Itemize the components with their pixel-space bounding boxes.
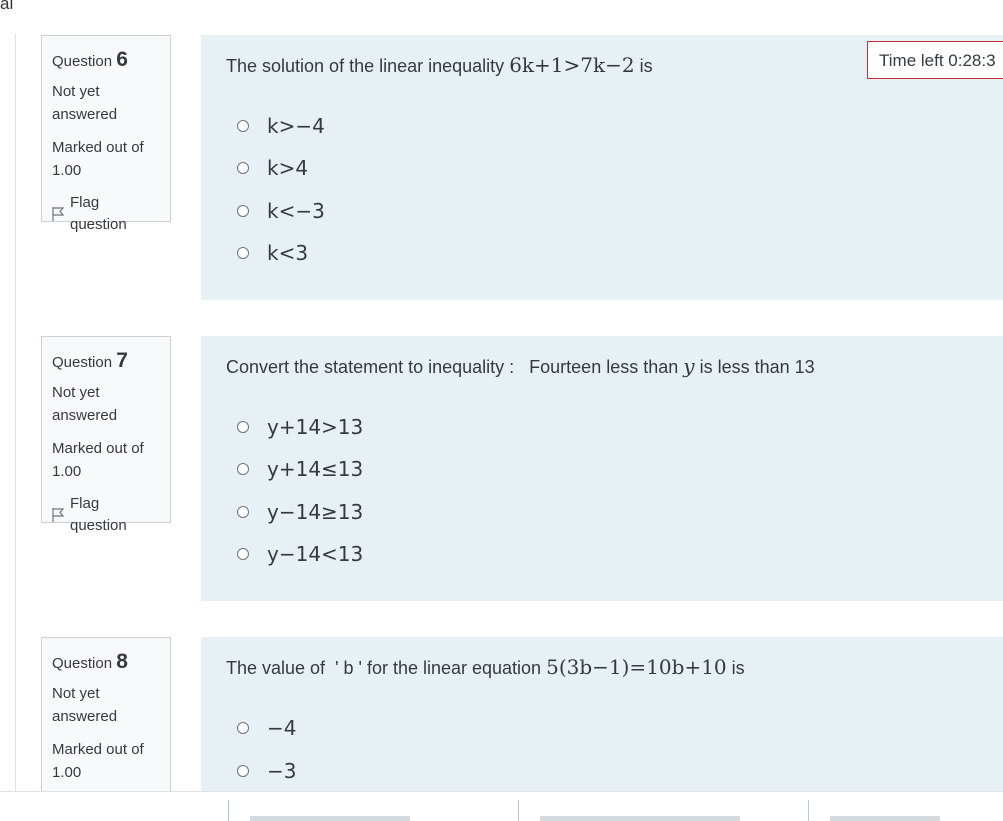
option-label: k>4 [267,156,309,180]
radio-button[interactable] [237,247,249,259]
footer-separator [808,800,809,821]
question-state: Not yet answered [52,685,118,725]
question-content-7: Convert the statement to inequality : Fo… [201,336,1003,601]
option-label: y−14≥13 [267,500,364,524]
question-text-before: Convert the statement to inequality : Fo… [226,357,679,377]
question-number: Question 6 [52,48,128,71]
radio-button[interactable] [237,120,249,132]
option-label: y+14≤13 [267,457,364,481]
option-label: −4 [267,716,297,740]
footer-separator [228,800,229,821]
question-text: The value of ' b ' for the linear equati… [226,655,745,679]
question-text-before: The value of ' b ' for the linear equati… [226,658,542,678]
question-grade: Marked out of 1.00 [52,440,144,480]
question-math: 5(3b−1)=10b+10 [546,655,727,679]
radio-button[interactable] [237,205,249,217]
option-label: k>−4 [267,114,325,138]
question-grade: Marked out of 1.00 [52,741,144,781]
footer-item[interactable] [250,816,410,821]
radio-button[interactable] [237,506,249,518]
option-label: k<3 [267,241,309,265]
question-math: 6k+1>7k−2 [509,53,635,77]
question-text-before: The solution of the linear inequality [226,56,505,76]
time-left-timer: Time left 0:28:3 [867,41,1003,79]
question-text-after: is [731,658,745,678]
radio-button[interactable] [237,162,249,174]
option-label: y−14<13 [267,542,364,566]
answer-option[interactable]: k<3 [237,241,308,265]
flag-question-label: Flag question [70,495,127,534]
question-info-6: Question 6 Not yet answered Marked out o… [41,35,171,233]
bottom-bar [0,791,1003,821]
answer-option[interactable]: y+14≤13 [237,457,363,481]
option-label: y+14>13 [267,415,364,439]
answer-option[interactable]: k>−4 [237,114,325,138]
question-state: Not yet answered [52,384,118,424]
flag-question-button[interactable]: Flag question [52,493,160,537]
answer-option[interactable]: k<−3 [237,199,325,223]
flag-icon [52,207,64,221]
left-border-line [15,34,16,794]
option-label: k<−3 [267,199,325,223]
question-text-after: is less than 13 [699,357,815,377]
question-grade: Marked out of 1.00 [52,139,144,179]
question-number: Question 8 [52,650,128,673]
flag-icon [52,508,64,522]
answer-option[interactable]: y−14≥13 [237,500,363,524]
flag-question-button[interactable]: Flag question [52,192,160,236]
question-number: Question 7 [52,349,128,372]
radio-button[interactable] [237,463,249,475]
answer-option[interactable]: k>4 [237,156,308,180]
flag-question-label: Flag question [70,194,127,233]
radio-button[interactable] [237,722,249,734]
radio-button[interactable] [237,548,249,560]
page-title-fragment: al [0,0,14,13]
question-state: Not yet answered [52,83,118,123]
question-text: The solution of the linear inequality 6k… [226,53,653,77]
answer-option[interactable]: −3 [237,759,296,783]
answer-option[interactable]: y−14<13 [237,542,363,566]
question-text: Convert the statement to inequality : Fo… [226,354,815,378]
question-info-8: Question 8 Not yet answered Marked out o… [41,637,171,797]
question-text-after: is [639,56,653,76]
question-math: y [683,354,695,378]
footer-item[interactable] [830,816,940,821]
option-label: −3 [267,759,297,783]
footer-item[interactable] [540,816,740,821]
question-content-8: The value of ' b ' for the linear equati… [201,637,1003,797]
footer-separator [518,800,519,821]
answer-option[interactable]: −4 [237,716,296,740]
radio-button[interactable] [237,421,249,433]
answer-option[interactable]: y+14>13 [237,415,363,439]
radio-button[interactable] [237,765,249,777]
question-info-7: Question 7 Not yet answered Marked out o… [41,336,171,534]
